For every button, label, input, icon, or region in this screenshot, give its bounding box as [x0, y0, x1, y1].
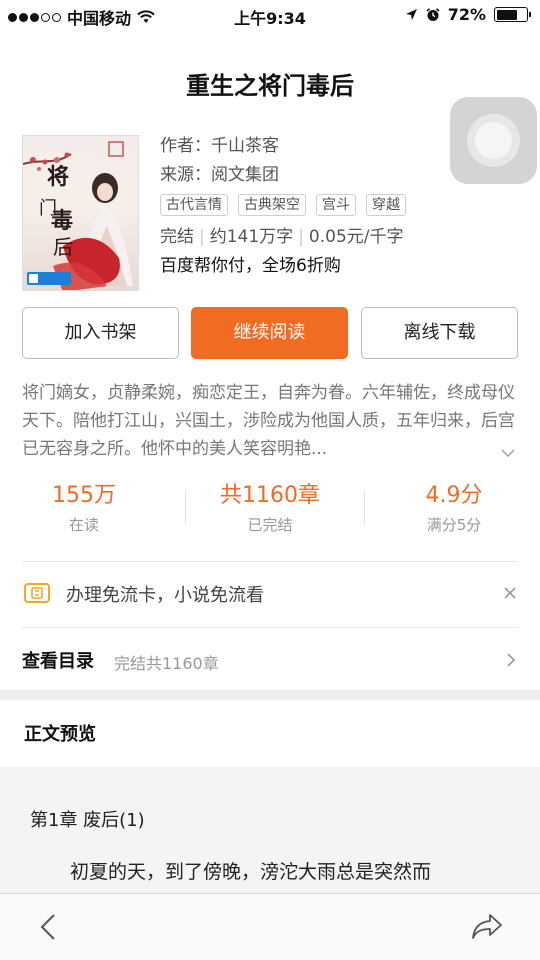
divider	[22, 561, 518, 562]
book-stats: 完结 | 约141万字 | 0.05元/千字	[160, 223, 406, 252]
price: 0.05元/千字	[308, 227, 404, 247]
close-icon[interactable]	[502, 585, 518, 601]
tag-item[interactable]: 古典架空	[238, 194, 306, 216]
sim-card-icon	[24, 583, 50, 603]
metric-label: 在读	[68, 516, 99, 534]
assistive-touch-button[interactable]	[450, 97, 537, 184]
free-data-card-banner[interactable]: 办理免流卡，小说免流看	[22, 575, 518, 615]
metric-value: 155万	[52, 483, 116, 508]
free-data-card-text[interactable]: 办理免流卡，小说免流看	[66, 581, 264, 607]
metric-value: 共1160章	[220, 483, 320, 508]
author-row: 作者：千山茶客	[160, 132, 406, 161]
tag-list: 古代言情 古典架空 宫斗 穿越	[160, 194, 406, 217]
offline-download-button[interactable]: 离线下载	[361, 307, 518, 359]
location-arrow-icon	[405, 9, 417, 20]
book-title: 重生之将门毒后	[186, 72, 354, 100]
metric-value: 4.9分	[425, 483, 483, 508]
tag-item[interactable]: 穿越	[366, 194, 406, 216]
book-cover-image[interactable]: 将 门 毒 后	[22, 135, 139, 291]
back-arrow-icon[interactable]	[38, 912, 58, 942]
divider	[22, 627, 518, 628]
bottom-toolbar	[0, 893, 540, 960]
word-count: 约141万字	[209, 227, 294, 247]
author-label: 作者：	[160, 136, 211, 156]
metric-label: 满分5分	[426, 516, 482, 534]
tag-item[interactable]: 古代言情	[160, 194, 228, 216]
battery-icon	[494, 7, 531, 22]
metric-chapters: 共1160章 已完结	[180, 481, 360, 537]
metric-readers: 155万 在读	[0, 481, 174, 537]
alarm-clock-icon	[426, 7, 440, 21]
separator: |	[298, 227, 304, 247]
add-to-shelf-button[interactable]: 加入书架	[22, 307, 179, 359]
continue-reading-button[interactable]: 继续阅读	[191, 307, 348, 359]
metric-rating: 4.9分 满分5分	[364, 481, 540, 537]
svg-text:后: 后	[53, 235, 73, 259]
book-info: 作者：千山茶客 来源：阅文集团 古代言情 古典架空 宫斗 穿越 完结 | 约141万…	[160, 132, 406, 281]
catalog-title[interactable]: 查看目录	[22, 647, 94, 673]
source-label: 来源：	[160, 165, 211, 185]
separator: |	[199, 227, 205, 247]
share-icon[interactable]	[470, 911, 504, 941]
tag-item[interactable]: 宫斗	[316, 194, 356, 216]
chevron-right-icon[interactable]	[506, 652, 516, 668]
battery-percent: 72%	[447, 5, 486, 24]
preview-paragraph: 初夏的天，到了傍晚，滂沱大雨总是突然而	[70, 861, 432, 883]
chevron-down-icon[interactable]	[500, 447, 516, 459]
catalog-subtitle: 完结共1160章	[114, 654, 219, 673]
book-synopsis[interactable]: 将门嫡女，贞静柔婉，痴恋定王，自奔为眷。六年辅佐，终成母仪天下。陪他打江山，兴国…	[22, 379, 518, 463]
metric-label: 已完结	[247, 516, 293, 534]
svg-text:将: 将	[47, 164, 69, 190]
source-name: 阅文集团	[211, 165, 279, 185]
section-separator	[0, 690, 540, 700]
status-bar: 中国移动 上午9:34 72%	[0, 0, 540, 30]
preview-heading: 正文预览	[24, 724, 96, 745]
source-row: 来源：阅文集团	[160, 161, 406, 190]
catalog-row[interactable]: 查看目录 完结共1160章	[22, 645, 518, 677]
svg-text:毒: 毒	[51, 208, 73, 234]
author-name[interactable]: 千山茶客	[211, 136, 279, 156]
completion-status: 完结	[160, 227, 194, 247]
chapter-title: 第1章 废后(1)	[30, 810, 145, 831]
promo-text: 百度帮你付，全场6折购	[160, 256, 341, 276]
